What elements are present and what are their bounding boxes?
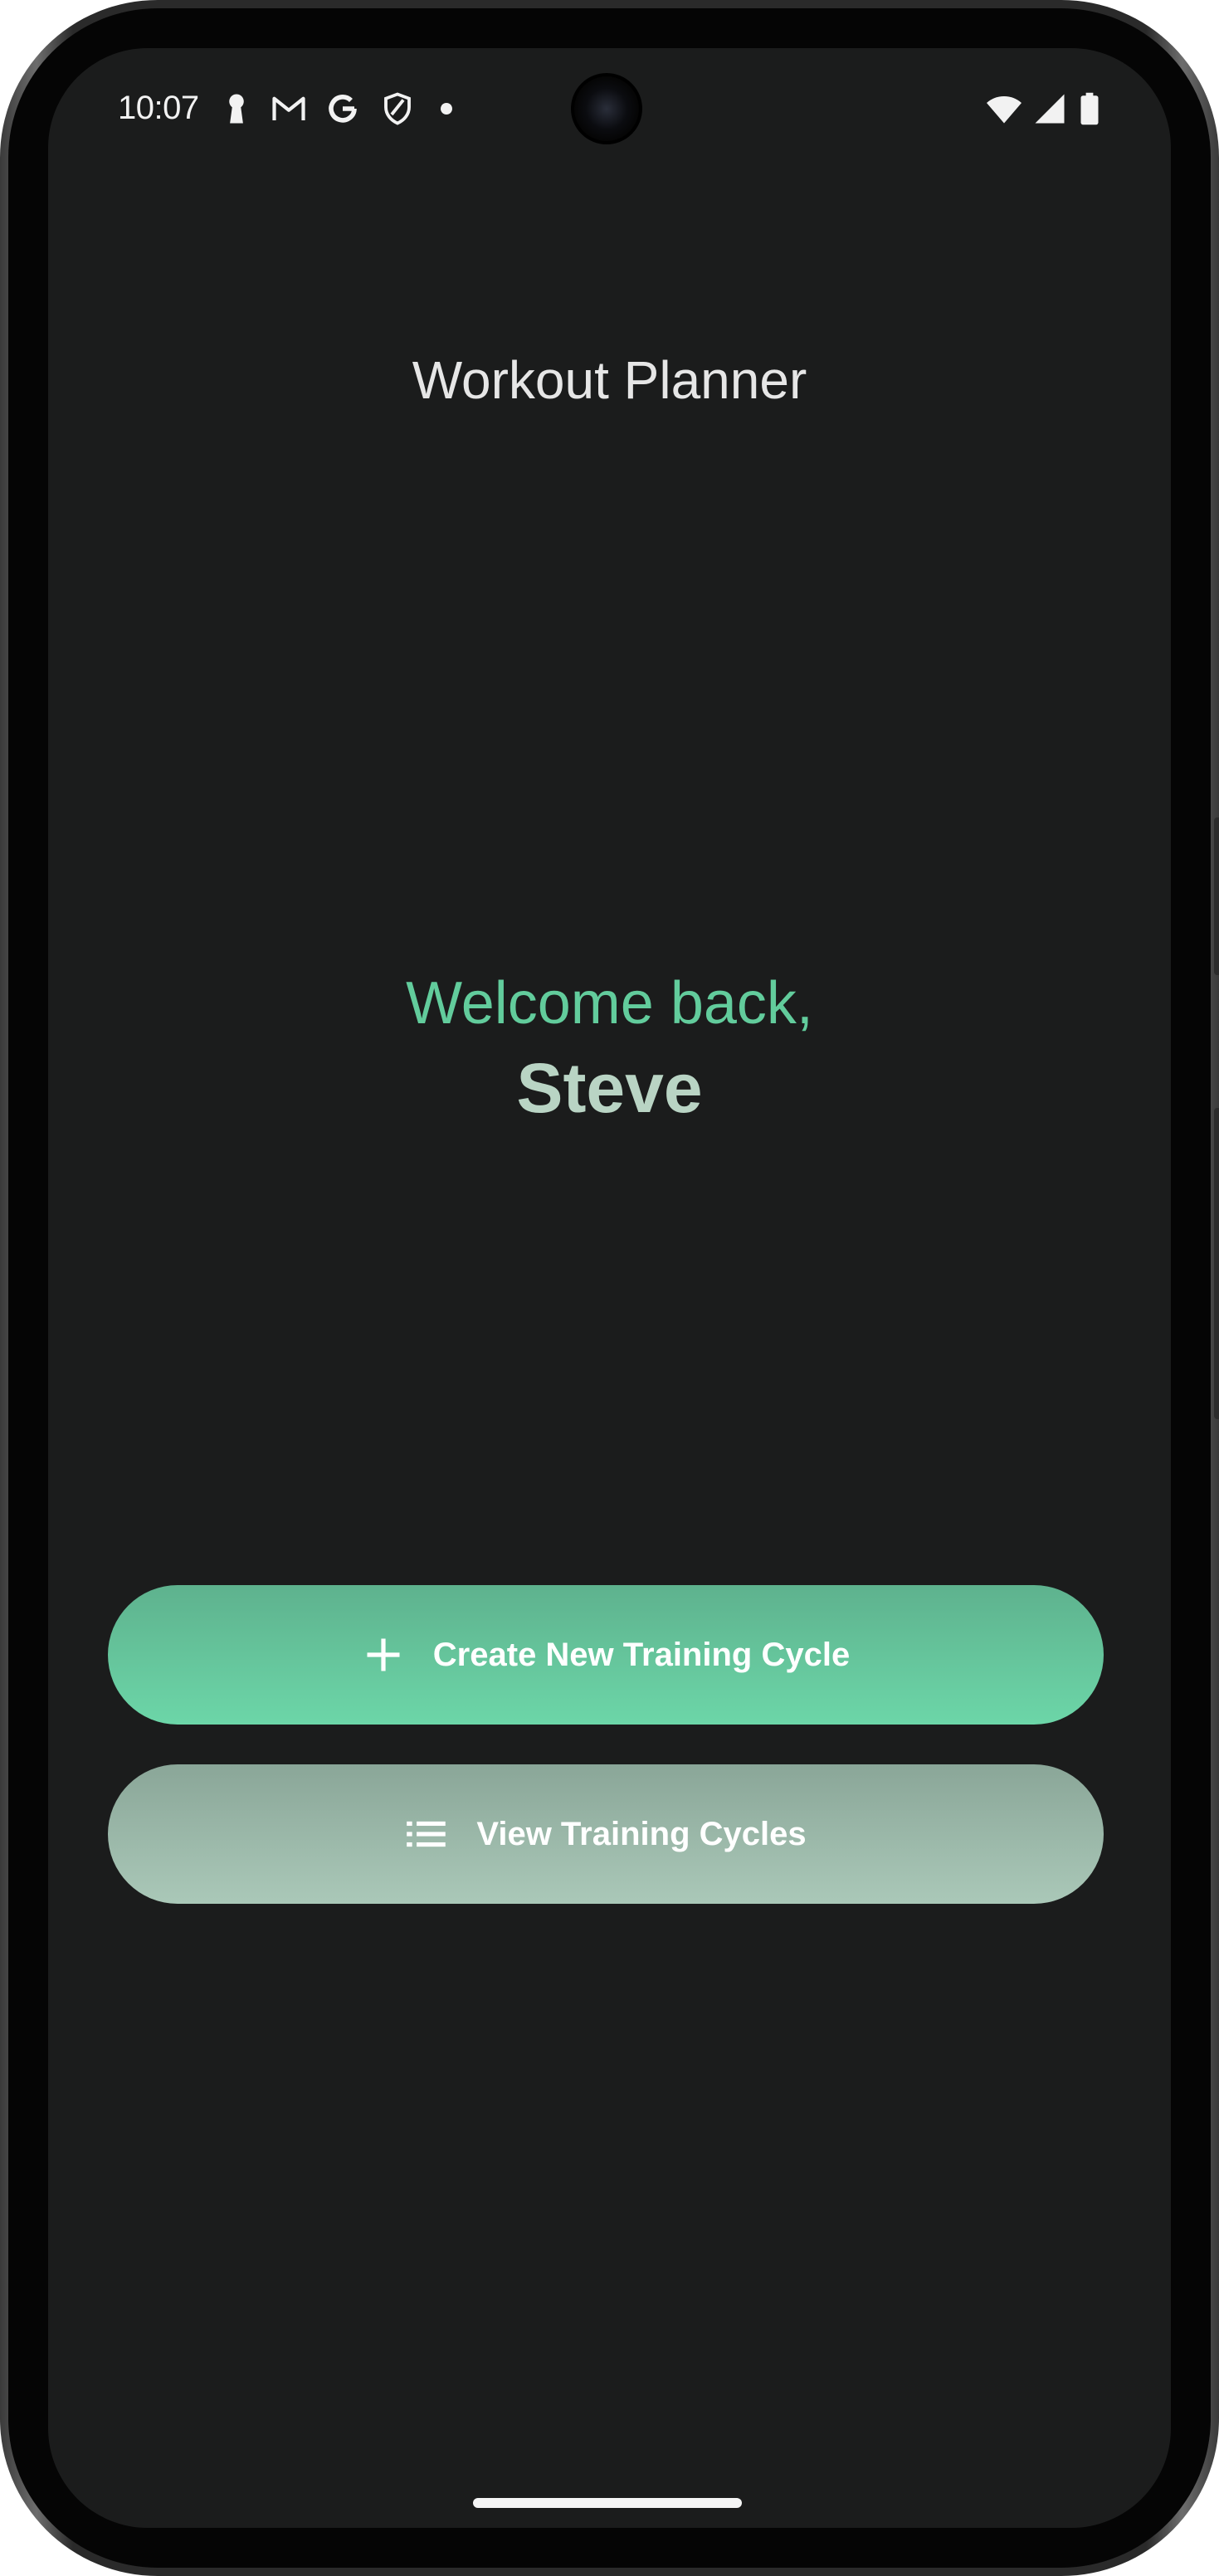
power-button [1214, 817, 1219, 975]
list-icon [405, 1812, 448, 1856]
create-training-cycle-button[interactable]: Create New Training Cycle [108, 1585, 1104, 1725]
shield-icon [380, 91, 415, 126]
google-icon [325, 91, 360, 126]
front-camera [571, 73, 642, 144]
plus-icon [362, 1633, 405, 1676]
view-training-cycles-button[interactable]: View Training Cycles [108, 1764, 1104, 1904]
home-indicator[interactable] [473, 2498, 742, 2508]
user-name: Steve [516, 1049, 703, 1127]
welcome-text: Welcome back, [406, 970, 813, 1037]
battery-icon [1077, 91, 1102, 126]
phone-frame: 10:07 Workout Planner Welcome back, Stev… [0, 0, 1219, 2576]
wifi-icon [984, 91, 1024, 126]
notification-dot-icon [438, 91, 455, 126]
status-time: 10:07 [118, 90, 199, 126]
view-training-cycles-label: View Training Cycles [476, 1815, 807, 1852]
cellular-signal-icon [1032, 91, 1067, 126]
gmail-icon [269, 91, 309, 126]
volume-button [1214, 1108, 1219, 1419]
keyhole-icon [219, 91, 254, 126]
create-training-cycle-label: Create New Training Cycle [432, 1636, 851, 1673]
app-title: Workout Planner [412, 350, 807, 410]
status-bar: 10:07 [48, 48, 1171, 181]
screen: 10:07 Workout Planner Welcome back, Stev… [48, 48, 1171, 2528]
